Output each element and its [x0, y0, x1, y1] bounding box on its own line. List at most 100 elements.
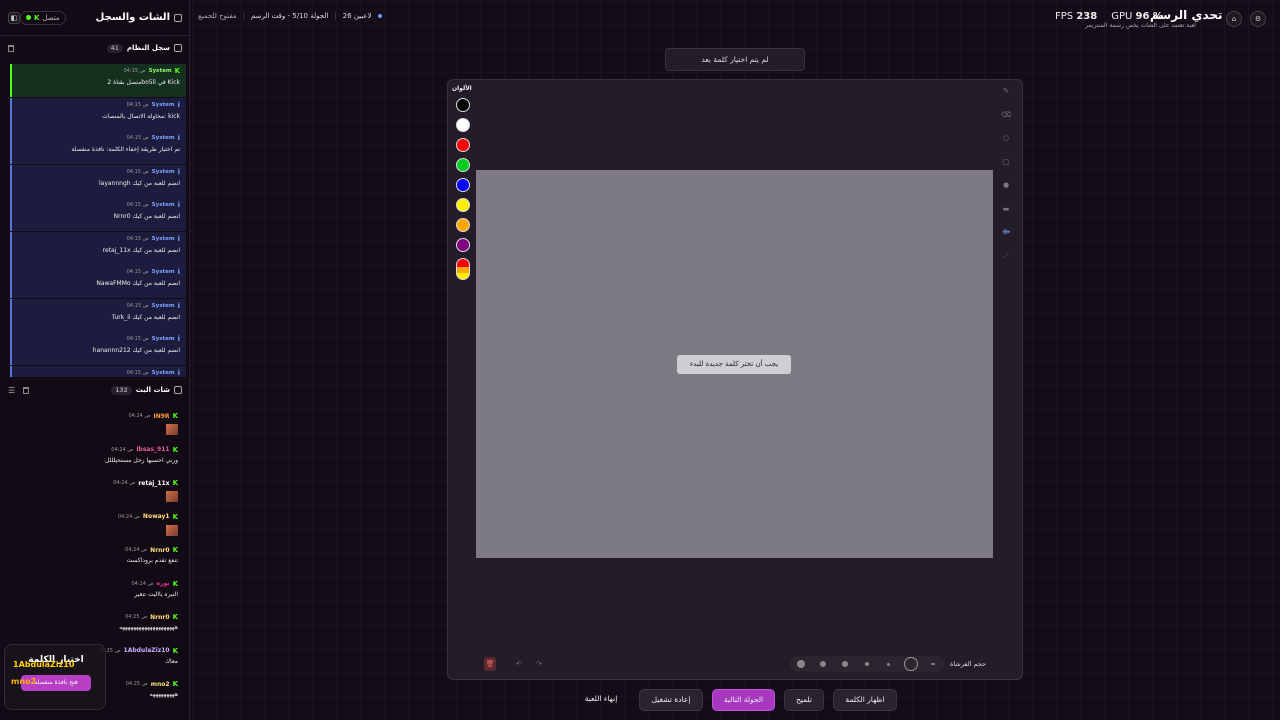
settings-icon[interactable]: ⚙: [1250, 11, 1266, 27]
brush-size-l[interactable]: [820, 661, 826, 667]
collapse-sidebar-icon[interactable]: ◧: [8, 11, 20, 24]
clear-log-icon[interactable]: [8, 44, 14, 52]
log-meta: 04:15 ص System K: [18, 67, 180, 75]
color-swatch[interactable]: [456, 178, 470, 192]
log-message: hanannn212 انضم للعبة من كيك: [92, 347, 180, 354]
clear-canvas-icon[interactable]: 🗑: [484, 657, 496, 671]
next-round-button[interactable]: الجولة التالية: [712, 689, 775, 711]
share-status: مفتوح للجميع: [198, 12, 237, 20]
log-item: 04:15 ص System i Turk_ii انضم للعبة من كيك: [10, 298, 186, 332]
chat-time: 04:24 ص: [125, 547, 148, 553]
chat-username[interactable]: Ibsas_911: [136, 446, 169, 453]
log-time: 04:15 ص: [126, 168, 149, 175]
chat-count: 132: [111, 385, 132, 395]
line-thick-icon[interactable]: ▬: [1001, 204, 1011, 214]
chat-username[interactable]: retaj_11x: [138, 480, 169, 487]
brush-size-s[interactable]: [865, 662, 869, 666]
log-time: 04:15 ص: [126, 135, 149, 141]
color-swatch[interactable]: [456, 118, 470, 132]
log-time: 04:15 ص: [126, 269, 149, 275]
kick-icon: K: [172, 613, 178, 621]
fps-value: 238: [1076, 11, 1098, 22]
log-sender: System: [151, 302, 175, 309]
chat-username[interactable]: Noway1: [143, 513, 170, 520]
kick-icon: K: [172, 479, 178, 487]
brush-size-xxs[interactable]: [931, 663, 935, 665]
chat-time: 04:25 ص: [125, 681, 148, 687]
circle-tool-icon[interactable]: ○: [1001, 133, 1011, 143]
line-tool-icon[interactable]: ⟋: [1001, 251, 1011, 261]
brush-size-label: حجم الفرشاة: [950, 660, 987, 668]
log-meta: 04:15 ص System i: [18, 235, 180, 243]
brush-size-xs[interactable]: [887, 663, 890, 666]
chat-username[interactable]: نوره: [157, 580, 170, 587]
home-icon[interactable]: ⌂: [1226, 11, 1242, 27]
kick-icon: K: [172, 680, 178, 688]
log-item: 04:15 ص System i محاولة الاتصال بالمنصات: k…: [10, 97, 186, 131]
log-time: 04:15 ص: [126, 336, 149, 342]
color-swatch[interactable]: [456, 218, 470, 232]
filter-icon[interactable]: ☰: [8, 386, 15, 395]
show-word-button[interactable]: اظهار الكلمة: [833, 689, 897, 711]
platform-icon: i: [177, 201, 180, 209]
players-count: 26 لاعبين: [342, 12, 372, 20]
chat-message: 04:24 ص Ibsas_911 K وربي احسبها رجل مستحيلل…: [0, 444, 190, 478]
canvas-message: يجب أن تختر كلمة جديدة للبدء: [677, 355, 791, 374]
pencil-icon[interactable]: ✎: [1001, 86, 1011, 96]
brush-size-xl[interactable]: [797, 660, 805, 668]
log-meta: 04:15 ص System i: [18, 168, 180, 176]
redo-icon[interactable]: ↷: [534, 659, 544, 669]
log-time: 04:15 ص: [126, 235, 149, 242]
restart-button[interactable]: إعادة تشغيل: [639, 689, 703, 711]
clear-chat-icon[interactable]: [23, 386, 30, 394]
chat-text: تنفع تقدم بروداكست: [126, 557, 178, 564]
fps-label: FPS: [1055, 11, 1074, 22]
chat-username[interactable]: Nrnr0: [150, 614, 169, 621]
chat-meta: 04:24 ص نوره K: [10, 580, 179, 588]
log-sender: System: [151, 269, 175, 275]
log-sender: System: [151, 135, 175, 141]
log-time: 04:15 ص: [123, 68, 146, 74]
chat-username[interactable]: Nrnr0: [150, 547, 169, 554]
color-swatch[interactable]: [456, 238, 470, 252]
log-item: 04:15 ص System i layannngh انضم للعبة من كي…: [10, 164, 186, 198]
log-item: 04:15 ص System i retaj_11x انضم للعبة من كي…: [10, 231, 186, 265]
color-swatch[interactable]: [456, 158, 470, 172]
fill-dot-icon[interactable]: ●: [1001, 180, 1011, 190]
round-info: مفتوح للجميع | الجولة 5/10 - وقت الرسم |…: [198, 12, 382, 20]
log-sender: System: [151, 101, 175, 108]
log-icon: [174, 44, 182, 52]
chat-username[interactable]: 1AbdulaZiz10: [124, 647, 170, 654]
brush-size-selected[interactable]: [904, 657, 918, 671]
color-swatch[interactable]: [456, 98, 470, 112]
sidebar-header: ◧ K متصل الشات والسجل: [0, 0, 190, 36]
platform-icon: i: [177, 335, 180, 343]
chat-meta: 04:24 ص IN9R K: [10, 412, 178, 420]
undo-icon[interactable]: ↶: [514, 659, 524, 669]
chat-username[interactable]: IN9R: [154, 413, 170, 420]
log-message: Turk_ii انضم للعبة من كيك: [111, 313, 180, 321]
hint-button[interactable]: تلميح: [784, 689, 824, 711]
log-item: 04:15 ص System i hanannn212 انضم للعبة من ك…: [10, 332, 186, 365]
chat-message: 04:25 ص Nrnr0 K ههههههههههههههههههههه: [0, 611, 190, 645]
rect-tool-icon[interactable]: □: [1001, 157, 1011, 167]
kick-icon: K: [172, 412, 178, 420]
color-swatch[interactable]: [456, 138, 470, 152]
kick-icon: K: [172, 546, 178, 554]
platform-icon: i: [177, 167, 180, 176]
brush-size-m[interactable]: [842, 661, 848, 667]
chat-message: 04:24 ص IN9R K: [0, 410, 190, 444]
log-sender: System: [151, 336, 175, 342]
platform-icon: K: [174, 67, 180, 75]
eraser-icon[interactable]: ⌫: [1001, 110, 1011, 120]
sidebar: ◧ K متصل الشات والسجل 41 سجل النظام 04:15 …: [0, 0, 190, 720]
word-select-overlay: اختيار الكلمة 1AbdulaZiz10 فتح نافذة منف…: [4, 644, 106, 710]
end-game-button[interactable]: إنهاء اللعبة: [575, 694, 627, 703]
chat-header: ☰ 132 شات البث: [0, 378, 190, 402]
emote-image: [166, 524, 178, 536]
color-swatch[interactable]: [456, 198, 470, 212]
chat-username[interactable]: mno2: [151, 681, 170, 688]
bucket-icon[interactable]: ⟴: [1001, 227, 1011, 237]
chat-meta: 04:24 ص Nrnr0 K: [10, 546, 178, 554]
custom-color-picker[interactable]: [456, 258, 470, 280]
